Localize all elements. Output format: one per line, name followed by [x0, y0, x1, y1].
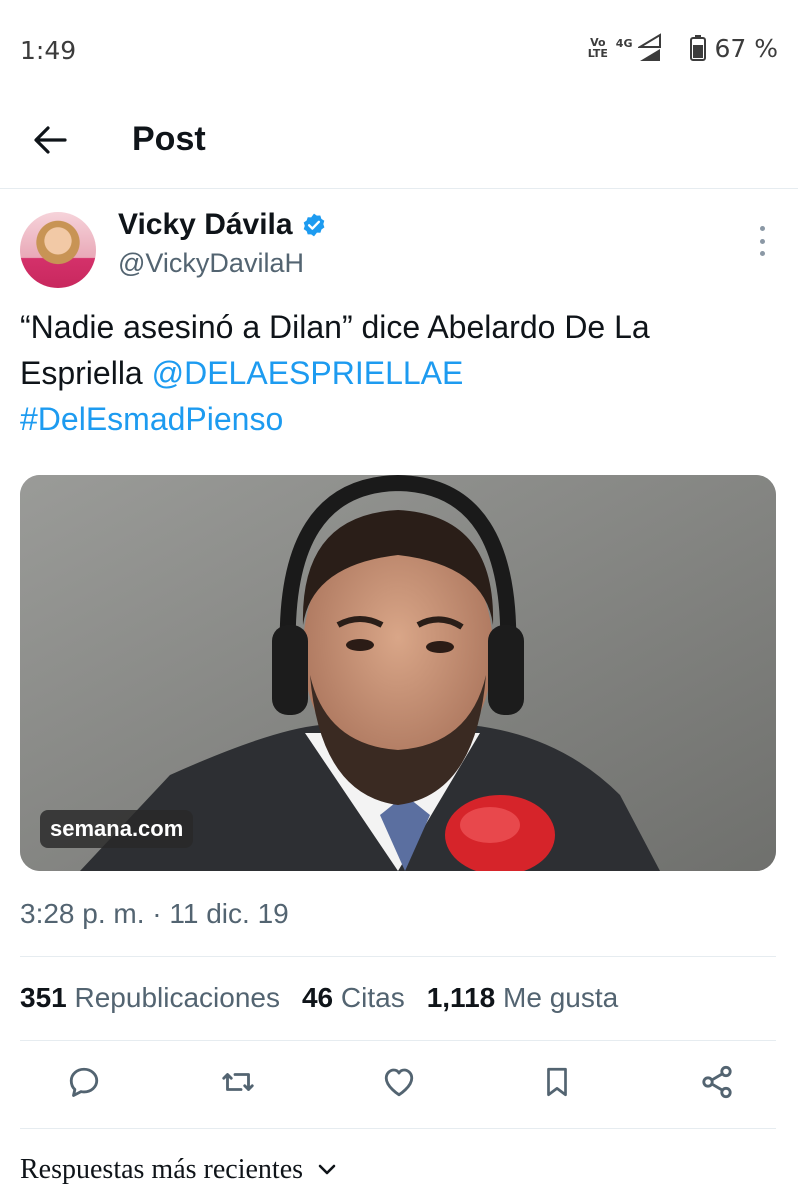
chevron-down-icon	[318, 1164, 336, 1175]
reply-button[interactable]	[64, 1062, 104, 1102]
likes-label: Me gusta	[503, 982, 619, 1013]
engagement-stats: 351 Republicaciones 46 Citas 1,118 Me gu…	[20, 982, 618, 1014]
bookmark-button[interactable]	[537, 1062, 577, 1102]
share-icon	[702, 1065, 732, 1099]
verified-badge-icon	[303, 213, 324, 237]
more-dot-icon	[759, 251, 765, 256]
like-button[interactable]	[379, 1062, 419, 1102]
more-dot-icon	[759, 226, 765, 231]
quotes-label: Citas	[340, 982, 405, 1013]
avatar[interactable]	[20, 212, 96, 288]
author-name-row[interactable]: Vicky Dávila	[118, 208, 327, 242]
replies-sort-label: Respuestas más recientes	[20, 1154, 304, 1185]
page-title: Post	[132, 120, 206, 158]
reposts-count: 351	[20, 982, 67, 1013]
share-button[interactable]	[697, 1062, 737, 1102]
arrow-left-icon	[34, 126, 67, 154]
likes-stat[interactable]: 1,118 Me gusta	[427, 982, 618, 1014]
volte-icon: Vo LTE	[587, 36, 608, 60]
back-button[interactable]	[28, 118, 72, 162]
author-handle[interactable]: @VickyDavilaH	[118, 248, 304, 279]
reply-icon	[69, 1067, 99, 1097]
repost-button[interactable]	[218, 1062, 258, 1102]
quotes-count: 46	[301, 982, 334, 1013]
hashtag-link[interactable]: #DelEsmadPienso	[20, 401, 283, 437]
battery-icon	[690, 35, 707, 61]
mention-link[interactable]: @DELAESPRIELLAE	[152, 355, 464, 391]
post-timestamp[interactable]: 3:28 p. m. · 11 dic. 19	[20, 898, 289, 930]
header-divider	[0, 188, 798, 189]
post-text: “Nadie asesinó a Dilan” dice Abelardo De…	[20, 304, 780, 442]
like-icon	[384, 1068, 414, 1097]
divider	[20, 1128, 776, 1129]
likes-count: 1,118	[426, 982, 496, 1013]
more-dot-icon	[759, 238, 765, 244]
divider	[20, 1040, 776, 1041]
signal-icon	[638, 33, 662, 61]
media-source-badge: semana.com	[40, 810, 194, 848]
more-options-button[interactable]	[748, 226, 776, 256]
divider	[20, 956, 776, 957]
reposts-label: Republicaciones	[74, 982, 280, 1013]
repost-icon	[222, 1073, 254, 1091]
reposts-stat[interactable]: 351 Republicaciones	[20, 982, 280, 1014]
author-name[interactable]: Vicky Dávila	[118, 208, 293, 242]
replies-sort-dropdown[interactable]: Respuestas más recientes	[20, 1154, 337, 1186]
quotes-stat[interactable]: 46 Citas	[302, 982, 405, 1014]
network-type: 4G	[615, 36, 633, 50]
battery-percent: 67 %	[714, 33, 778, 63]
status-indicators: Vo LTE 4G 67 %	[586, 33, 778, 63]
bookmark-icon	[547, 1067, 567, 1097]
status-time: 1:49	[20, 36, 77, 65]
